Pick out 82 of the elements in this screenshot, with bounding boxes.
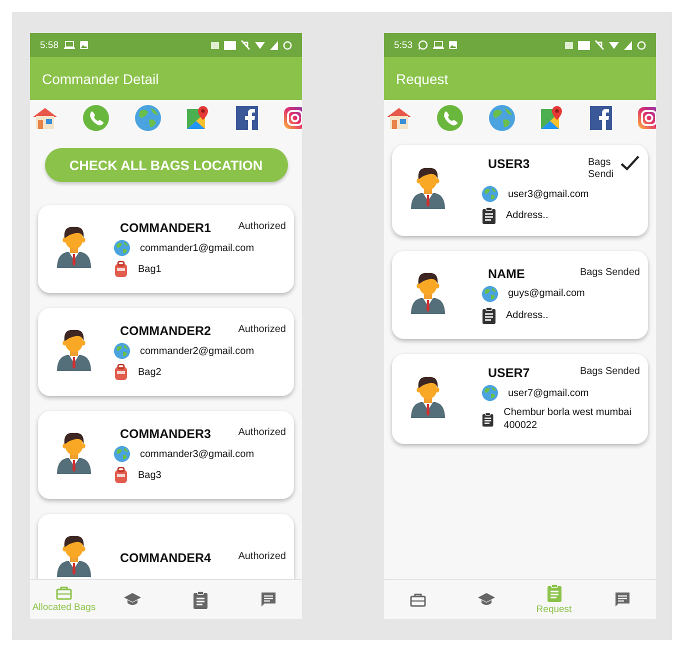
avatar-icon — [410, 165, 446, 209]
status-text: Authorized — [238, 427, 286, 439]
user-name: USER7 — [487, 365, 530, 380]
status-text: Authorized — [238, 221, 286, 233]
globe-icon — [482, 186, 498, 202]
user-name: COMMANDER2 — [119, 323, 211, 338]
checkmark-icon[interactable] — [620, 155, 640, 171]
user-name: COMMANDER1 — [119, 220, 211, 235]
clipboard-icon — [482, 410, 494, 428]
status-text: Authorized — [238, 551, 286, 563]
wifi-icon — [609, 42, 619, 48]
bag-name: Bag1 — [138, 262, 162, 276]
status-text: Bags Sended — [580, 366, 640, 378]
status-text: Authorized — [238, 324, 286, 336]
email-text: user7@gmail.com — [508, 386, 589, 400]
wifi-icon — [255, 42, 265, 48]
card-background[interactable]: COMMANDER1 Authorized commander1@gmail.com Bag1 — [38, 205, 294, 293]
instagram-icon[interactable] — [284, 106, 302, 128]
clipboard-icon — [192, 590, 208, 608]
user-name: COMMANDER4 — [119, 550, 211, 565]
bag-name: Bag2 — [138, 366, 162, 378]
card-background[interactable]: USER7 Bags Sended user7@gmail.com Chembur borla west mumbai 400022 — [392, 354, 648, 444]
battery-ring-icon — [283, 40, 292, 50]
facebook-icon[interactable] — [236, 106, 258, 130]
globe-icon — [114, 240, 130, 256]
user-name: NAME — [487, 266, 525, 280]
backpack-icon — [114, 364, 128, 380]
map-pin-icon[interactable] — [540, 104, 564, 130]
nav-label: Request — [536, 604, 572, 615]
status-text: Bags Sendi — [588, 157, 615, 181]
instagram-icon[interactable] — [638, 106, 656, 128]
email-text: commander2@gmail.com — [140, 344, 254, 358]
globe-icon[interactable] — [488, 104, 515, 130]
battery-ring-icon — [637, 40, 646, 50]
map-pin-icon[interactable] — [186, 104, 210, 130]
briefcase-icon — [410, 592, 426, 606]
globe-icon — [482, 385, 498, 401]
house-icon[interactable] — [387, 106, 411, 128]
signal-icon — [270, 40, 278, 50]
image-icon — [80, 41, 88, 49]
user-name: COMMANDER3 — [119, 426, 211, 441]
chat-bubble-icon — [418, 40, 428, 50]
card-background[interactable]: COMMANDER2 Authorized commander2@gmail.com Bag2 — [38, 308, 294, 396]
app-bar-title: Request — [396, 70, 448, 86]
email-text: commander1@gmail.com — [140, 242, 254, 254]
card-background[interactable]: COMMANDER4 Authorized — [38, 514, 294, 579]
globe-icon — [482, 286, 498, 302]
backpack-icon — [114, 261, 128, 277]
globe-icon[interactable] — [134, 104, 161, 130]
status-text: Bags Sended — [580, 266, 640, 278]
briefcase-icon — [56, 586, 72, 600]
email-text: commander3@gmail.com — [140, 448, 254, 460]
house-icon[interactable] — [33, 106, 57, 128]
user-name: USER3 — [487, 156, 530, 171]
address-text: Chembur borla west mumbai 400022 — [504, 406, 632, 432]
card-background[interactable]: NAME Bags Sended guys@gmail.com Address.. — [392, 251, 648, 339]
address-text: Address.. — [506, 209, 548, 222]
app-bar-title: Commander Detail — [42, 70, 159, 86]
card-background[interactable]: USER3 Bags Sendi user3@gmail.com Address.. — [392, 145, 648, 236]
email-text: guys@gmail.com — [508, 287, 585, 300]
globe-icon — [114, 446, 130, 462]
message-icon — [614, 592, 630, 607]
card-background[interactable]: COMMANDER3 Authorized commander3@gmail.com Bag3 — [38, 411, 294, 499]
backpack-icon — [114, 467, 128, 483]
status-time: 5:58 — [40, 40, 58, 50]
graduation-cap-icon — [478, 593, 494, 606]
clipboard-icon — [482, 306, 496, 324]
facebook-icon[interactable] — [590, 106, 612, 130]
address-text: Address.. — [506, 308, 548, 322]
email-text: user3@gmail.com — [508, 188, 589, 200]
laptop-icon — [432, 41, 444, 49]
message-icon — [260, 592, 276, 607]
laptop-icon — [64, 41, 74, 49]
image-icon — [448, 41, 456, 49]
bag-name: Bag3 — [138, 468, 162, 482]
status-time: 5:53 — [394, 40, 412, 50]
signal-icon — [624, 40, 632, 50]
clipboard-icon — [482, 207, 496, 224]
clipboard-icon — [546, 584, 562, 602]
globe-icon — [114, 343, 130, 359]
nav-label: Allocated Bags — [32, 602, 96, 613]
graduation-cap-icon — [124, 593, 140, 606]
